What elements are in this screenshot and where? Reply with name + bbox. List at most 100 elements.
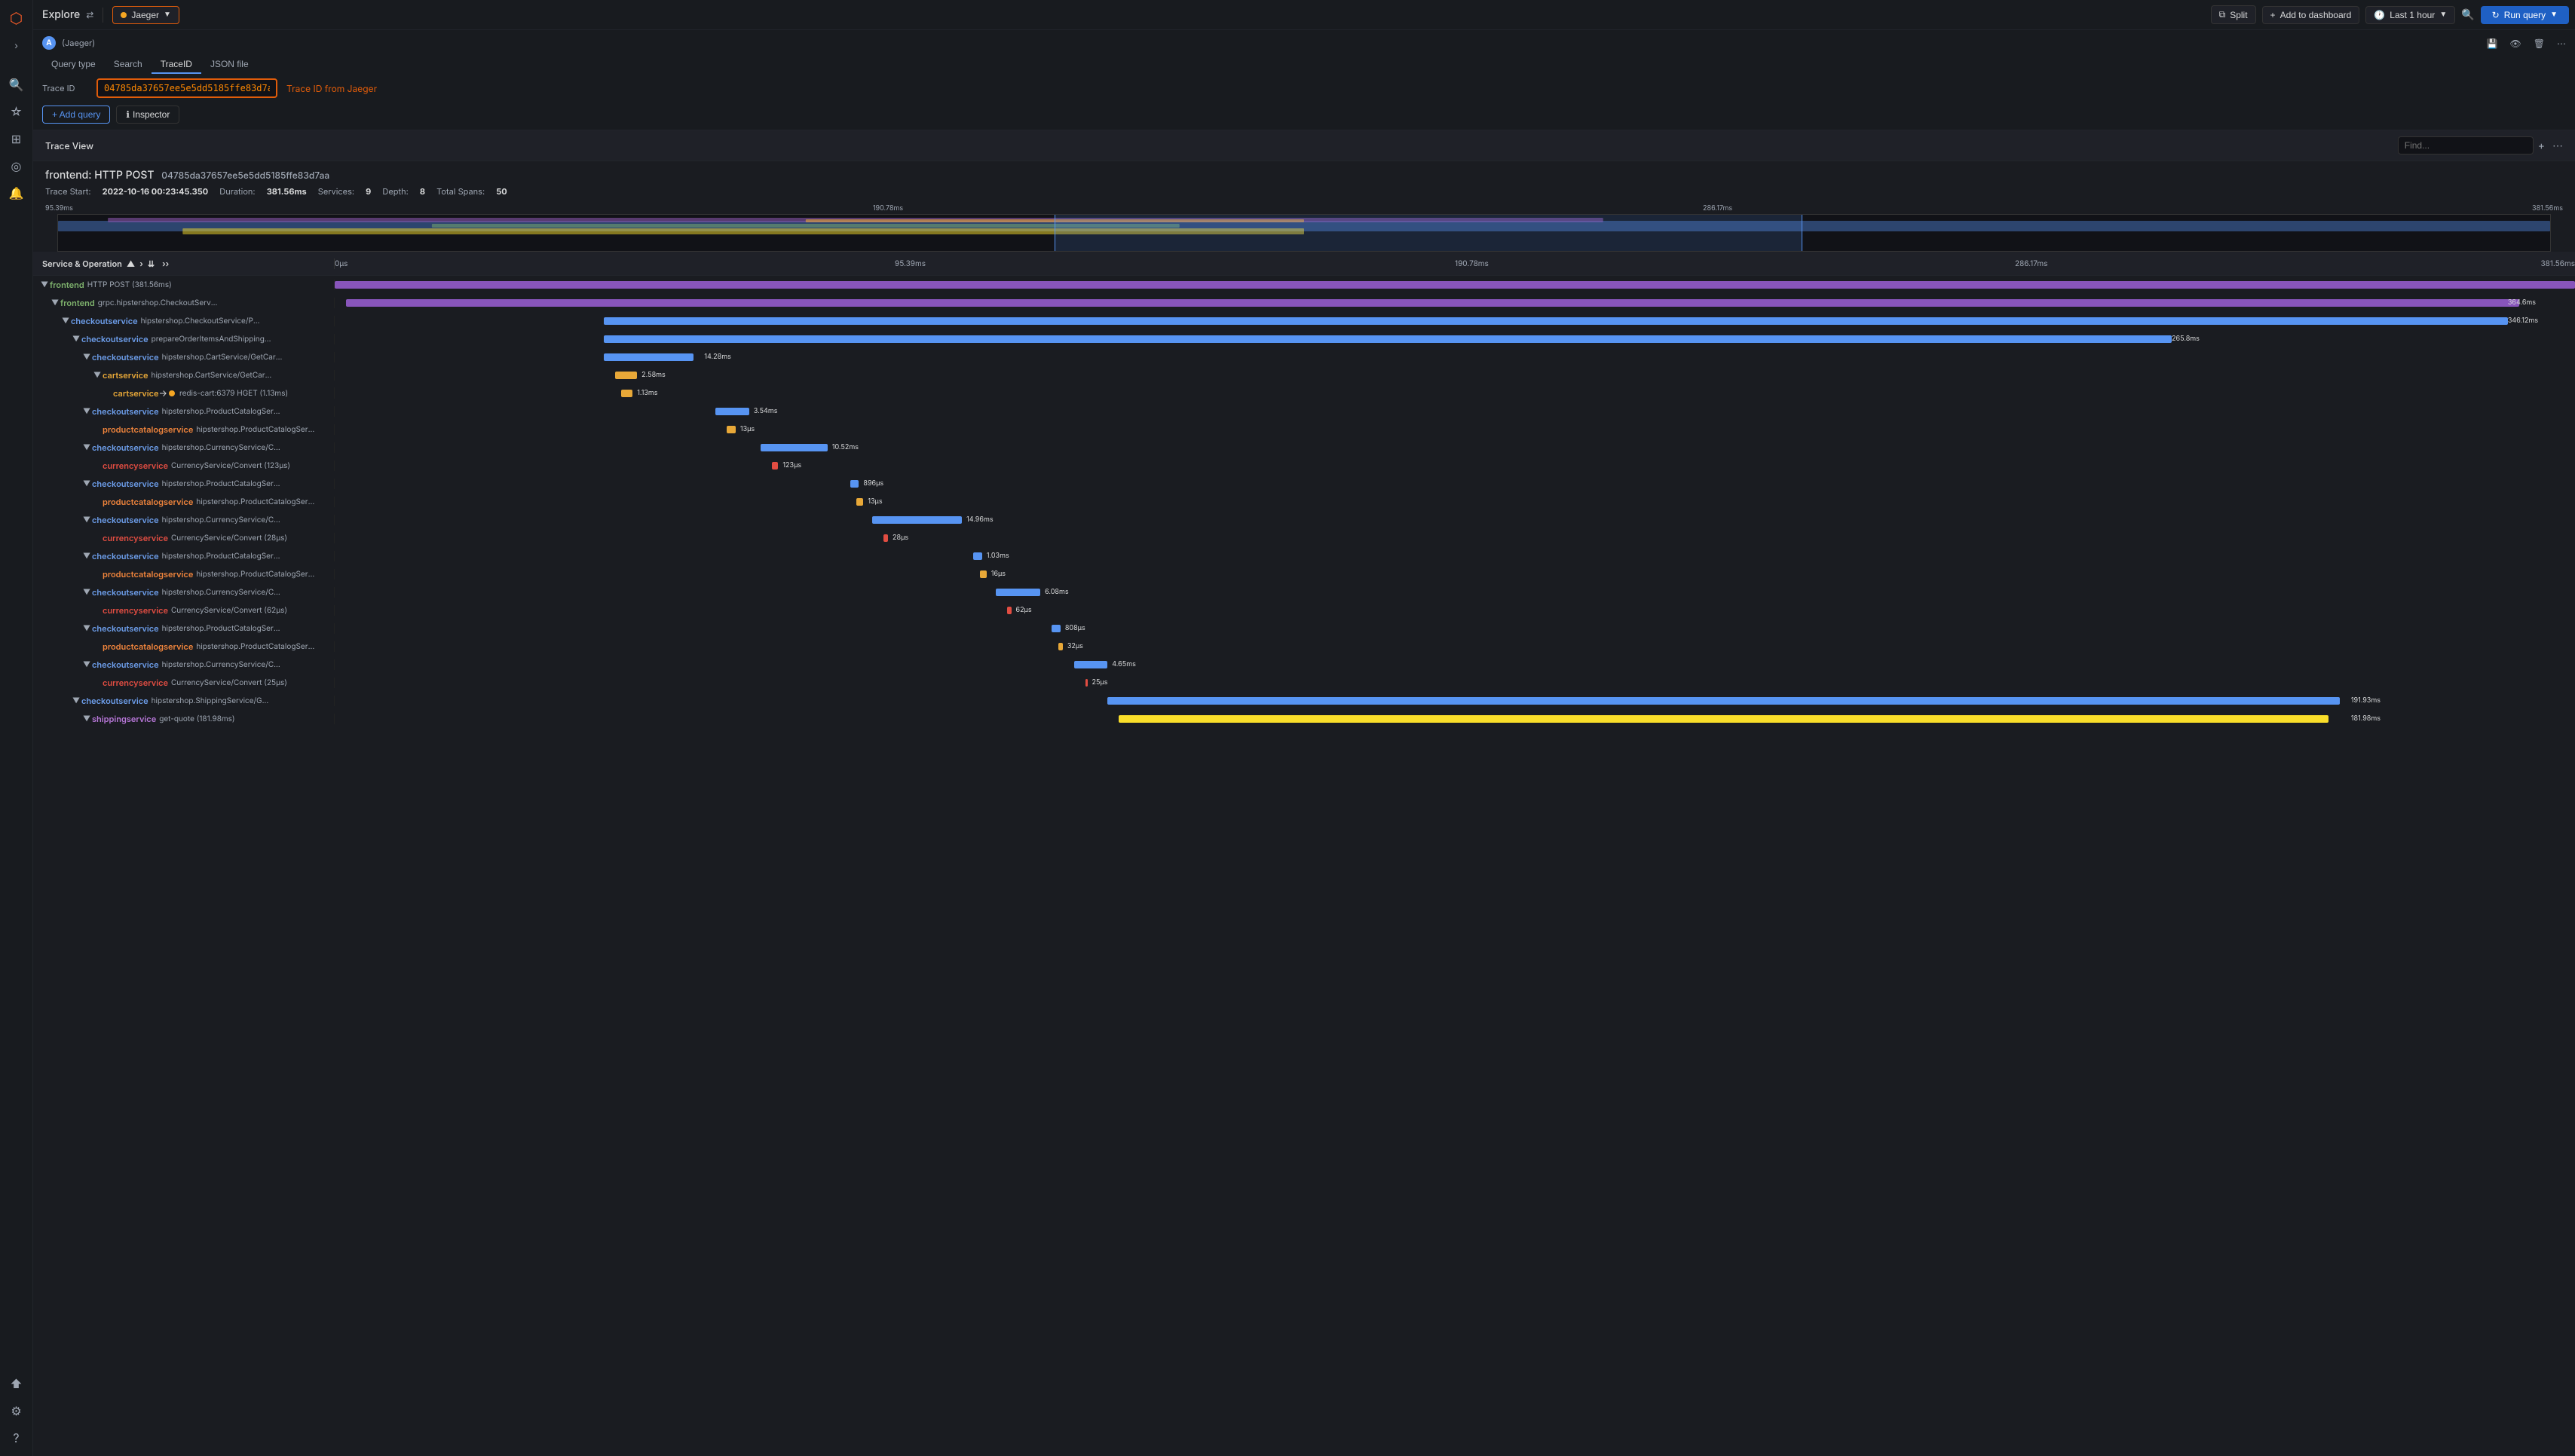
col-collapse-all[interactable]: ⇊ [148,258,155,269]
table-row[interactable]: productcatalogservice hipstershop.Produc… [33,565,2575,583]
span-op: hipstershop.CurrencyService/Convert (14.… [162,515,283,525]
table-row[interactable]: ▼ checkoutservice hipstershop.CurrencySe… [33,439,2575,457]
nav-share-icon[interactable]: ⇄ [86,9,93,20]
split-button[interactable]: ⧉ Split [2211,5,2256,24]
trace-id-display: 04785da37657ee5e5dd5185ffe83d7aa [161,170,329,181]
table-row[interactable]: ▼ checkoutservice hipstershop.CheckoutSe… [33,312,2575,330]
span-op: hipstershop.CurrencyService/Convert (6.0… [162,588,283,597]
table-row[interactable]: ▼ checkoutservice hipstershop.CurrencySe… [33,583,2575,601]
table-row[interactable]: ▼ checkoutservice prepareOrderItemsAndSh… [33,330,2575,348]
compass-icon[interactable]: ◎ [5,154,29,178]
eye-icon[interactable]: 👁 [2510,38,2521,49]
trace-header-bar: Trace View + ⋯ [33,130,2575,161]
table-row[interactable]: currencyservice CurrencyService/Convert … [33,457,2575,475]
minimap-highlight[interactable] [1055,215,1802,251]
span-toggle[interactable]: ▼ [81,406,92,417]
span-service-col: productcatalogservice hipstershop.Produc… [33,569,335,580]
find-more-icon[interactable]: ⋯ [2552,139,2563,152]
span-toggle[interactable]: ▼ [71,696,81,706]
span-toggle[interactable]: ▼ [81,352,92,362]
span-toggle[interactable]: ▼ [81,515,92,525]
find-input[interactable] [2398,136,2534,154]
find-add-icon[interactable]: + [2538,139,2545,152]
more-icon[interactable]: ⋯ [2557,38,2566,49]
sidebar-collapse-icon[interactable]: › [5,33,29,57]
span-duration: 191.93ms [2351,696,2381,705]
span-service-col: currencyservice CurrencyService/Convert … [33,678,335,688]
span-duration: 808µs [1065,624,1085,632]
table-row[interactable]: productcatalogservice hipstershop.Produc… [33,493,2575,511]
add-dashboard-button[interactable]: + Add to dashboard [2262,6,2360,24]
span-bar [1052,625,1061,632]
grafana-logo-icon[interactable]: ⬡ [5,6,29,30]
grid-icon[interactable]: ⊞ [5,127,29,151]
run-query-button[interactable]: ↻ Run query ▼ [2481,6,2569,24]
col-chevron-right[interactable]: › [139,258,143,269]
span-toggle[interactable]: ▼ [81,442,92,453]
tab-json-file[interactable]: JSON file [201,56,258,74]
upload-icon[interactable]: ⬆ [5,1372,29,1396]
span-timeline: 3.54ms [335,402,2575,420]
time-range-button[interactable]: 🕐 Last 1 hour ▼ [2365,6,2455,24]
trace-id-input[interactable] [96,78,277,98]
span-toggle[interactable]: ▼ [71,334,81,344]
table-row[interactable]: ▼ checkoutservice hipstershop.ProductCat… [33,619,2575,638]
table-row[interactable]: ▼ shippingservice get-quote (181.98ms) 1… [33,710,2575,728]
trace-id-row: Trace ID Trace ID from Jaeger [42,78,2566,98]
bell-icon[interactable]: 🔔 [5,181,29,205]
table-row[interactable]: ▼ frontend grpc.hipstershop.CheckoutServ… [33,294,2575,312]
span-service-col: ▼ checkoutservice hipstershop.CurrencySe… [33,587,335,598]
tab-query-type[interactable]: Query type [42,56,105,74]
span-toggle[interactable]: ▼ [81,659,92,670]
help-icon[interactable]: ? [5,1426,29,1450]
span-op: hipstershop.CheckoutService/PlaceOrder (… [141,317,262,326]
save-icon[interactable]: 💾 [2487,38,2498,49]
span-toggle[interactable]: ▼ [39,280,50,290]
span-timeline: 123µs [335,457,2575,474]
datasource-button[interactable]: Jaeger ▼ [112,6,179,24]
app-title: Explore [42,8,80,21]
span-op: hipstershop.ProductCatalogService/... [196,642,317,651]
span-toggle[interactable]: ▼ [50,298,60,308]
span-toggle[interactable]: ▼ [81,551,92,561]
minimap[interactable] [57,214,2551,252]
table-row[interactable]: ▼ checkoutservice hipstershop.ProductCat… [33,402,2575,421]
search-icon[interactable]: 🔍 [5,72,29,96]
settings-icon[interactable]: ⚙ [5,1399,29,1423]
table-row[interactable]: currencyservice CurrencyService/Convert … [33,674,2575,692]
span-toggle[interactable]: ▼ [81,623,92,634]
span-op: hipstershop.ProductCatalogService/GetPro… [162,407,283,416]
table-row[interactable]: ▼ checkoutservice hipstershop.CurrencySe… [33,656,2575,674]
span-toggle[interactable]: ▼ [60,316,71,326]
span-toggle[interactable]: ▼ [81,479,92,489]
query-type-tabs: Query type Search TraceID JSON file [42,56,2566,74]
span-toggle[interactable]: ▼ [81,587,92,598]
zoom-out-icon[interactable]: 🔍 [2461,8,2474,21]
redis-arrow: → [159,387,176,399]
trash-icon[interactable]: 🗑 [2534,38,2545,49]
table-row[interactable]: ▼ checkoutservice hipstershop.ShippingSe… [33,692,2575,710]
tab-trace-id[interactable]: TraceID [152,56,201,74]
table-row[interactable]: ▼ frontend HTTP POST (381.56ms) [33,276,2575,294]
col-expand-all[interactable]: ›› [162,258,169,269]
col-chevron-up[interactable]: ▲ [127,258,135,269]
trace-main-title: frontend: HTTP POST 04785da37657ee5e5dd5… [33,161,2575,185]
table-row[interactable]: productcatalogservice hipstershop.Produc… [33,638,2575,656]
add-query-button[interactable]: + Add query [42,106,110,124]
table-row[interactable]: currencyservice CurrencyService/Convert … [33,529,2575,547]
inspector-button[interactable]: ℹ Inspector [116,106,179,124]
table-row[interactable]: currencyservice CurrencyService/Convert … [33,601,2575,619]
span-toggle[interactable]: ▼ [81,714,92,724]
tab-search[interactable]: Search [105,56,152,74]
star-icon[interactable]: ☆ [5,99,29,124]
table-row[interactable]: ▼ checkoutservice hipstershop.CartServic… [33,348,2575,366]
trace-start: Trace Start: 2022-10-16 00:23:45.350 [45,186,210,197]
table-row[interactable]: ▼ checkoutservice hipstershop.CurrencySe… [33,511,2575,529]
table-row[interactable]: cartservice → redis-cart:6379 HGET (1.13… [33,384,2575,402]
span-bar [980,570,987,578]
table-row[interactable]: ▼ cartservice hipstershop.CartService/Ge… [33,366,2575,384]
table-row[interactable]: ▼ checkoutservice hipstershop.ProductCat… [33,547,2575,565]
table-row[interactable]: productcatalogservice hipstershop.Produc… [33,421,2575,439]
table-row[interactable]: ▼ checkoutservice hipstershop.ProductCat… [33,475,2575,493]
span-toggle[interactable]: ▼ [92,370,103,381]
